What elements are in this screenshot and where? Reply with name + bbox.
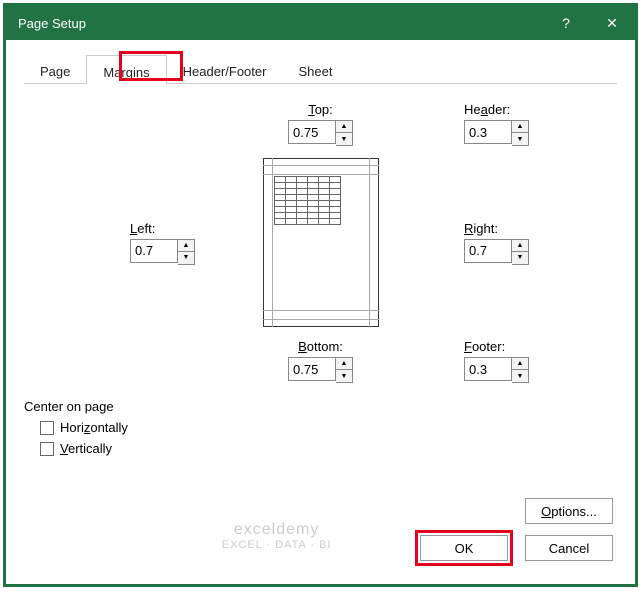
top-input[interactable] [288,120,336,144]
header-input[interactable] [464,120,512,144]
dialog-body: Page Margins Header/Footer Sheet Top: ▲▼… [6,40,635,584]
horizontally-checkbox[interactable] [40,421,54,435]
titlebar: Page Setup ? ✕ [6,6,635,40]
spin-down-icon[interactable]: ▼ [512,252,528,264]
spin-up-icon[interactable]: ▲ [178,240,194,252]
left-spin-buttons[interactable]: ▲▼ [178,239,195,265]
page-preview [209,146,432,339]
spin-down-icon[interactable]: ▼ [178,252,194,264]
dialog-window: Page Setup ? ✕ Page Margins Header/Foote… [3,3,638,587]
top-label: Top: [308,102,333,117]
header-spin-buttons[interactable]: ▲▼ [512,120,529,146]
bottom-spin-buttons[interactable]: ▲▼ [336,357,353,383]
tab-strip: Page Margins Header/Footer Sheet [24,54,617,84]
right-label: Right: [464,221,498,236]
spin-down-icon[interactable]: ▼ [512,133,528,145]
header-label: Header: [464,102,510,117]
help-button[interactable]: ? [543,6,589,40]
cancel-button[interactable]: Cancel [525,535,613,561]
vertically-checkbox[interactable] [40,442,54,456]
spin-up-icon[interactable]: ▲ [336,121,352,133]
header-spinner[interactable]: ▲▼ [464,120,529,146]
top-margin-group: Top: ▲▼ [209,102,432,146]
top-spinner[interactable]: ▲▼ [288,120,353,146]
close-button[interactable]: ✕ [589,6,635,40]
bottom-spinner[interactable]: ▲▼ [288,357,353,383]
margins-grid: Top: ▲▼ Header: ▲▼ Left: [24,102,617,383]
spin-down-icon[interactable]: ▼ [512,370,528,382]
left-spinner[interactable]: ▲▼ [130,239,195,265]
left-margin-group: Left: ▲▼ [24,146,209,339]
spin-up-icon[interactable]: ▲ [336,358,352,370]
left-label: Left: [130,221,155,236]
left-input[interactable] [130,239,178,263]
footer-spinner[interactable]: ▲▼ [464,357,529,383]
right-margin-group: Right: ▲▼ [432,146,617,339]
tab-sheet[interactable]: Sheet [282,54,348,84]
bottom-label: Bottom: [298,339,343,354]
dialog-footer: OK Cancel [415,530,613,566]
right-spin-buttons[interactable]: ▲▼ [512,239,529,265]
bottom-margin-group: Bottom: ▲▼ [209,339,432,383]
right-input[interactable] [464,239,512,263]
spin-down-icon[interactable]: ▼ [336,133,352,145]
header-margin-group: Header: ▲▼ [432,102,617,146]
titlebar-title: Page Setup [18,16,543,31]
spin-up-icon[interactable]: ▲ [512,240,528,252]
vertically-label: Vertically [60,441,112,456]
bottom-input[interactable] [288,357,336,381]
footer-margin-group: Footer: ▲▼ [432,339,617,383]
spin-down-icon[interactable]: ▼ [336,370,352,382]
right-spinner[interactable]: ▲▼ [464,239,529,265]
spin-up-icon[interactable]: ▲ [512,358,528,370]
center-on-page-group: Center on page Horizontally Vertically [24,399,617,462]
ok-button[interactable]: OK [420,535,508,561]
footer-label: Footer: [464,339,505,354]
preview-sheet-icon [275,177,347,225]
watermark: exceldemy EXCEL · DATA · BI [222,521,332,551]
tab-margins[interactable]: Margins [86,55,166,85]
horizontally-checkbox-row[interactable]: Horizontally [40,420,617,435]
tab-header-footer[interactable]: Header/Footer [167,54,283,84]
ok-highlight: OK [415,530,513,566]
center-on-page-label: Center on page [24,399,617,414]
spin-up-icon[interactable]: ▲ [512,121,528,133]
horizontally-label: Horizontally [60,420,128,435]
options-button[interactable]: Options... [525,498,613,524]
tab-page[interactable]: Page [24,54,86,84]
footer-input[interactable] [464,357,512,381]
top-spin-buttons[interactable]: ▲▼ [336,120,353,146]
vertically-checkbox-row[interactable]: Vertically [40,441,617,456]
footer-spin-buttons[interactable]: ▲▼ [512,357,529,383]
